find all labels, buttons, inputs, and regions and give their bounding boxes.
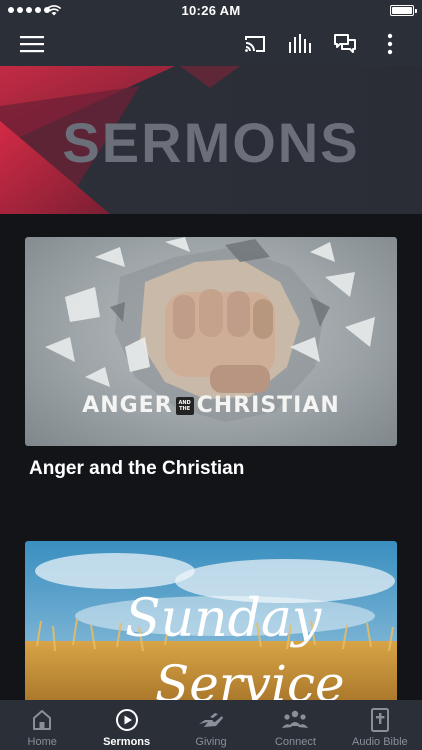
tab-connect[interactable]: Connect [253, 700, 337, 750]
tab-home[interactable]: Home [0, 700, 84, 750]
app-bar [0, 22, 422, 66]
sermon-list[interactable]: ANGER AND THE CHRISTIAN Anger and the Chri… [0, 214, 422, 700]
play-circle-icon [115, 708, 139, 732]
sermon-artwork[interactable]: Sunday Service [25, 541, 397, 700]
more-vertical-icon[interactable] [376, 30, 404, 58]
status-time: 10:26 AM [181, 3, 241, 18]
sermons-hero-banner: SERMONS [0, 66, 422, 214]
sermon-artwork[interactable]: ANGER AND THE CHRISTIAN [25, 237, 397, 446]
sermon-card[interactable]: Sunday Service [25, 541, 397, 700]
people-icon [281, 708, 309, 732]
home-icon [32, 708, 52, 732]
battery-icon [390, 5, 417, 16]
tab-label: Sermons [103, 736, 151, 748]
giving-hand-icon [198, 708, 224, 732]
audio-bars-icon[interactable] [286, 30, 314, 58]
chat-icon[interactable] [331, 30, 359, 58]
tab-audio-bible[interactable]: Audio Bible [338, 700, 422, 750]
bottom-tab-bar: Home Sermons Giving Connect Audio Bible [0, 700, 422, 750]
sermon-card[interactable]: ANGER AND THE CHRISTIAN Anger and the Chri… [25, 237, 397, 480]
sermon-artwork-text-line2: Service [155, 655, 345, 700]
tab-sermons[interactable]: Sermons [84, 700, 168, 750]
bible-icon [370, 708, 390, 732]
tab-label: Audio Bible [352, 736, 408, 748]
tab-label: Giving [195, 736, 227, 748]
sermon-artwork-text: ANGER AND THE CHRISTIAN [82, 393, 340, 418]
wheat-field-sky-illustration: Sunday Service [25, 541, 397, 700]
status-bar: 10:26 AM [0, 0, 422, 22]
page-title: SERMONS [62, 111, 360, 174]
sermon-artwork-text-line1: Sunday [125, 589, 322, 649]
tab-label: Home [27, 736, 57, 748]
cast-icon[interactable] [241, 30, 269, 58]
sermon-title[interactable]: Anger and the Christian [25, 458, 397, 480]
tab-label: Connect [274, 736, 316, 748]
tab-giving[interactable]: Giving [169, 700, 253, 750]
menu-icon[interactable] [18, 30, 46, 58]
